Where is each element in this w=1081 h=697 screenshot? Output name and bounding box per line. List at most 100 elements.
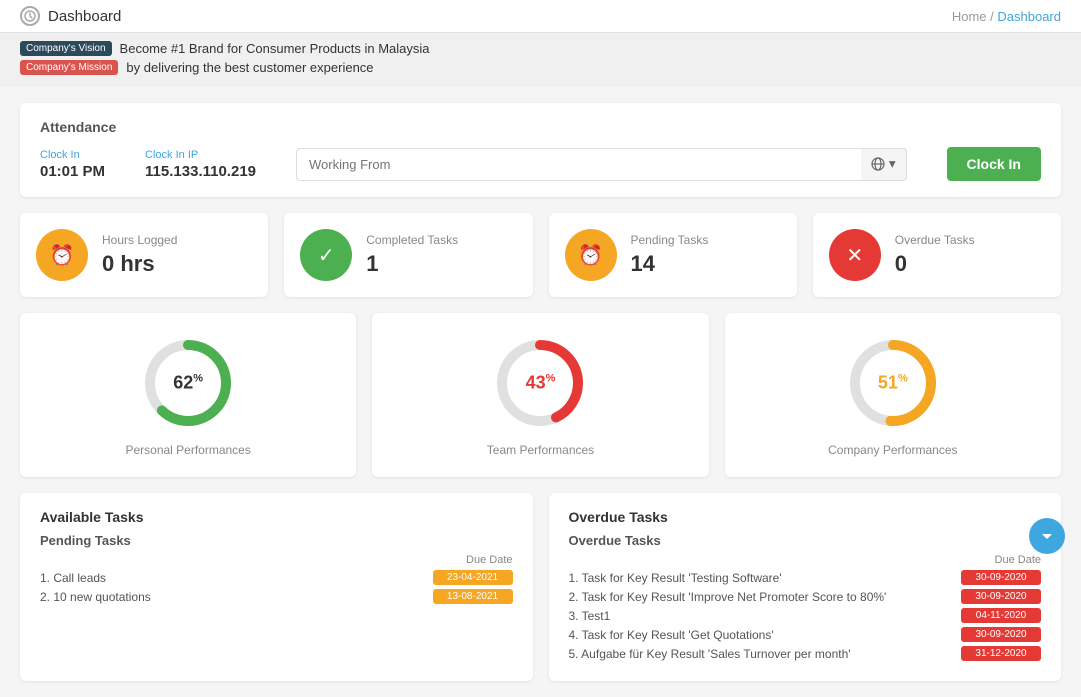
overdue-value: 0: [895, 251, 1045, 277]
overdue-due-badge-3: 04-11-2020: [961, 608, 1041, 623]
dashboard-icon: [20, 6, 40, 26]
working-from-input[interactable]: [296, 148, 907, 181]
overdue-task-name-1: 1. Task for Key Result 'Testing Software…: [569, 571, 782, 585]
overdue-tasks-list: 1. Task for Key Result 'Testing Software…: [569, 570, 1042, 661]
pending-value: 14: [631, 251, 781, 277]
overdue-tasks-subtitle: Overdue Tasks: [569, 533, 1042, 548]
check-icon: ✓: [318, 243, 335, 268]
task-row: 2. 10 new quotations 13-08-2021: [40, 589, 513, 604]
company-donut: 51%: [843, 333, 943, 433]
main-content: Attendance Clock In 01:01 PM Clock In IP…: [0, 87, 1081, 697]
overdue-task-name-5: 5. Aufgabe für Key Result 'Sales Turnove…: [569, 647, 851, 661]
pending-info: Pending Tasks 14: [631, 233, 781, 277]
hours-info: Hours Logged 0 hrs: [102, 233, 252, 277]
overdue-tasks-card: Overdue Tasks Overdue Tasks Due Date 1. …: [549, 493, 1062, 681]
stats-row: ⏰ Hours Logged 0 hrs ✓ Completed Tasks 1…: [20, 213, 1061, 297]
team-perf-value: 43%: [526, 373, 556, 394]
clock-in-label: Clock In: [40, 149, 105, 161]
completed-info: Completed Tasks 1: [366, 233, 516, 277]
overdue-icon-circle: ✕: [829, 229, 881, 281]
available-tasks-list: 1. Call leads 23-04-2021 2. 10 new quota…: [40, 570, 513, 604]
breadcrumb: Home / Dashboard: [952, 9, 1061, 24]
page-title: Dashboard: [48, 8, 121, 25]
stat-completed-tasks: ✓ Completed Tasks 1: [284, 213, 532, 297]
clock-in-ip-field: Clock In IP 115.133.110.219: [145, 149, 256, 180]
mission-badge: Company's Mission: [20, 60, 118, 75]
breadcrumb-sep: /: [990, 9, 994, 24]
team-perf-card: 43% Team Performances: [372, 313, 708, 477]
task-name-2: 2. 10 new quotations: [40, 590, 151, 604]
breadcrumb-home[interactable]: Home: [952, 9, 987, 24]
overdue-tasks-title: Overdue Tasks: [569, 509, 1042, 525]
top-nav: Dashboard Home / Dashboard: [0, 0, 1081, 33]
breadcrumb-current[interactable]: Dashboard: [997, 9, 1061, 24]
overdue-task-row-5: 5. Aufgabe für Key Result 'Sales Turnove…: [569, 646, 1042, 661]
personal-perf-value: 62%: [173, 373, 203, 394]
personal-perf-card: 62% Personal Performances: [20, 313, 356, 477]
overdue-task-row-2: 2. Task for Key Result 'Improve Net Prom…: [569, 589, 1042, 604]
overdue-task-row-3: 3. Test1 04-11-2020: [569, 608, 1042, 623]
mission-banner: Company's Mission by delivering the best…: [20, 60, 1061, 75]
stat-pending-tasks: ⏰ Pending Tasks 14: [549, 213, 797, 297]
team-donut: 43%: [490, 333, 590, 433]
banners-section: Company's Vision Become #1 Brand for Con…: [0, 33, 1081, 87]
pending-tasks-subtitle: Pending Tasks: [40, 533, 513, 548]
pending-clock-icon: ⏰: [578, 243, 603, 268]
clock-in-value: 01:01 PM: [40, 163, 105, 180]
overdue-task-name-2: 2. Task for Key Result 'Improve Net Prom…: [569, 590, 887, 604]
stat-hours-logged: ⏰ Hours Logged 0 hrs: [20, 213, 268, 297]
attendance-row: Clock In 01:01 PM Clock In IP 115.133.11…: [40, 147, 1041, 181]
vision-banner: Company's Vision Become #1 Brand for Con…: [20, 41, 1061, 56]
overdue-due-badge-1: 30-09-2020: [961, 570, 1041, 585]
overdue-due-badge-5: 31-12-2020: [961, 646, 1041, 661]
vision-text: Become #1 Brand for Consumer Products in…: [120, 41, 430, 56]
personal-perf-label: Personal Performances: [125, 443, 250, 457]
hours-icon-circle: ⏰: [36, 229, 88, 281]
overdue-info: Overdue Tasks 0: [895, 233, 1045, 277]
x-icon: ✕: [846, 243, 863, 268]
clock-in-ip-label: Clock In IP: [145, 149, 256, 161]
hours-label: Hours Logged: [102, 233, 252, 247]
attendance-title: Attendance: [40, 119, 1041, 135]
mission-text: by delivering the best customer experien…: [126, 60, 373, 75]
available-tasks-title: Available Tasks: [40, 509, 513, 525]
due-badge-1: 23-04-2021: [433, 570, 513, 585]
clock-in-button[interactable]: Clock In: [947, 147, 1041, 181]
team-perf-label: Team Performances: [487, 443, 594, 457]
task-name-1: 1. Call leads: [40, 571, 106, 585]
overdue-due-badge-2: 30-09-2020: [961, 589, 1041, 604]
pending-icon-circle: ⏰: [565, 229, 617, 281]
available-tasks-card: Available Tasks Pending Tasks Due Date 1…: [20, 493, 533, 681]
clock-in-field: Clock In 01:01 PM: [40, 149, 105, 180]
company-perf-value: 51%: [878, 373, 908, 394]
nav-left: Dashboard: [20, 6, 121, 26]
due-badge-2: 13-08-2021: [433, 589, 513, 604]
overdue-task-name-4: 4. Task for Key Result 'Get Quotations': [569, 628, 774, 642]
completed-icon-circle: ✓: [300, 229, 352, 281]
overdue-label: Overdue Tasks: [895, 233, 1045, 247]
vision-badge: Company's Vision: [20, 41, 112, 56]
available-due-label: Due Date: [466, 554, 512, 566]
task-row: 1. Call leads 23-04-2021: [40, 570, 513, 585]
overdue-task-row-1: 1. Task for Key Result 'Testing Software…: [569, 570, 1042, 585]
completed-value: 1: [366, 251, 516, 277]
scroll-to-bottom-button[interactable]: [1029, 518, 1065, 554]
company-perf-card: 51% Company Performances: [725, 313, 1061, 477]
globe-dropdown-arrow: ▾: [889, 156, 896, 172]
hours-value: 0 hrs: [102, 251, 252, 277]
overdue-task-row-4: 4. Task for Key Result 'Get Quotations' …: [569, 627, 1042, 642]
stat-overdue-tasks: ✕ Overdue Tasks 0: [813, 213, 1061, 297]
clock-icon: ⏰: [50, 243, 75, 268]
attendance-card: Attendance Clock In 01:01 PM Clock In IP…: [20, 103, 1061, 197]
overdue-due-badge-4: 30-09-2020: [961, 627, 1041, 642]
perf-row: 62% Personal Performances 43% Team Perfo…: [20, 313, 1061, 477]
pending-label: Pending Tasks: [631, 233, 781, 247]
working-from-wrap: ▾: [296, 148, 907, 181]
globe-button[interactable]: ▾: [861, 148, 907, 181]
personal-donut: 62%: [138, 333, 238, 433]
overdue-task-name-3: 3. Test1: [569, 609, 611, 623]
overdue-due-label: Due Date: [995, 554, 1041, 566]
company-perf-label: Company Performances: [828, 443, 957, 457]
completed-label: Completed Tasks: [366, 233, 516, 247]
bottom-row: Available Tasks Pending Tasks Due Date 1…: [20, 493, 1061, 681]
